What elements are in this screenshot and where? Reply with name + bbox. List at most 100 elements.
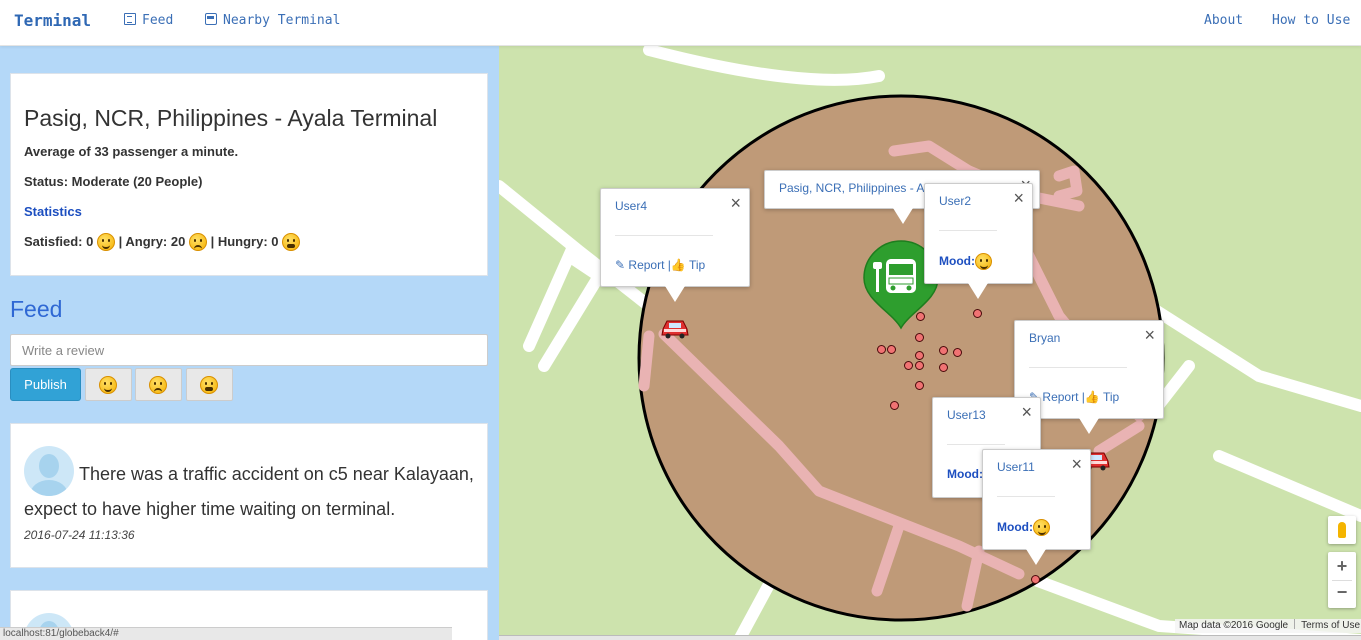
popup-tail [1079, 418, 1099, 434]
sidebar: Pasig, NCR, Philippines - Ayala Terminal… [0, 46, 499, 640]
passenger-dot [973, 309, 982, 318]
map-base-layer [499, 46, 1361, 640]
terminal-title: Pasig, NCR, Philippines - Ayala Terminal [24, 105, 438, 131]
nav-feed-link[interactable]: Feed [124, 0, 173, 44]
popup-tail [968, 283, 988, 299]
angry-emoji-icon [188, 233, 207, 251]
street-view-pegman-icon[interactable] [1328, 516, 1356, 544]
map-attribution: Map data ©2016 Google Terms of Use [1175, 619, 1361, 633]
popup-user-name[interactable]: User2 [939, 194, 971, 208]
post-timestamp: 2016-07-24 11:13:36 [24, 528, 135, 542]
popup-user-name[interactable]: Bryan [1029, 331, 1060, 345]
popup-divider [997, 496, 1055, 497]
report-link[interactable]: Report [628, 258, 664, 272]
hungry-count: | Hungry: 0 [210, 234, 279, 249]
top-navbar: Terminal Feed Nearby Terminal About How … [0, 0, 1361, 46]
report-link[interactable]: Report [1042, 390, 1078, 404]
passenger-dot [915, 381, 924, 390]
mood-hungry-button[interactable] [186, 368, 233, 401]
popup-actions: ✎ Report |👍 Tip [1029, 390, 1119, 404]
zoom-control: + − [1328, 552, 1356, 608]
passenger-dot [915, 351, 924, 360]
nav-nearby-terminal-link[interactable]: Nearby Terminal [205, 0, 340, 44]
mood-angry-button[interactable] [135, 368, 182, 401]
bus-icon [205, 13, 217, 25]
popup-actions: ✎ Report |👍 Tip [615, 258, 705, 272]
passenger-dot [890, 401, 899, 410]
passenger-dot [877, 345, 886, 354]
car-icon[interactable] [660, 317, 690, 339]
passenger-dot [1031, 575, 1040, 584]
popup-close-button[interactable]: × [1021, 402, 1032, 423]
passenger-dot [939, 363, 948, 372]
mood-summary: Satisfied: 0 | Angry: 20 | Hungry: 0 [24, 233, 301, 251]
popup-mood: Mood: [997, 519, 1050, 536]
satisfied-emoji-icon [974, 253, 992, 270]
user-popup-user11: User11 × Mood: [982, 449, 1091, 550]
mood-label: Mood: [997, 520, 1033, 534]
user-popup-user2: User2 × Mood: [924, 183, 1033, 284]
terms-of-use-link[interactable]: Terms of Use [1301, 620, 1360, 631]
map-data-credit: Map data ©2016 Google [1179, 620, 1289, 631]
popup-close-button[interactable]: × [1144, 325, 1155, 346]
mood-label: Mood: [947, 467, 983, 481]
brand-link[interactable]: Terminal [14, 0, 91, 44]
zoom-divider [1332, 580, 1352, 581]
popup-divider [939, 230, 997, 231]
popup-close-button[interactable]: × [730, 193, 741, 214]
popup-mood: Mood: [947, 467, 983, 481]
nav-feed-label: Feed [142, 13, 174, 28]
passenger-dot [904, 361, 913, 370]
zoom-in-button[interactable]: + [1328, 556, 1356, 577]
satisfied-emoji-icon [99, 376, 117, 394]
map[interactable]: Pasig, NCR, Philippines - Ayala Terminal… [499, 46, 1361, 640]
popup-tail [665, 286, 685, 302]
mood-satisfied-button[interactable] [85, 368, 132, 401]
passenger-dot [939, 346, 948, 355]
popup-tail [893, 208, 913, 224]
post-text: There was a traffic accident on c5 near … [24, 464, 474, 519]
user-popup-user4: User4 × ✎ Report |👍 Tip [600, 188, 750, 287]
zoom-out-button[interactable]: − [1328, 582, 1356, 603]
terminal-status: Status: Moderate (20 People) [24, 174, 203, 189]
passenger-dot [953, 348, 962, 357]
passenger-dot [915, 361, 924, 370]
nav-nearby-label: Nearby Terminal [223, 13, 341, 28]
thumbs-up-icon: 👍 [670, 258, 686, 272]
feed-heading: Feed [10, 296, 63, 322]
popup-close-button[interactable]: × [1071, 454, 1082, 475]
pencil-icon: ✎ [615, 258, 626, 272]
satisfied-count: Satisfied: 0 [24, 234, 94, 249]
angry-emoji-icon [149, 376, 167, 394]
popup-divider [947, 444, 1005, 445]
satisfied-emoji-icon [96, 233, 115, 251]
browser-status-url: localhost:81/globeback4/# [0, 627, 452, 640]
satisfied-emoji-icon [1032, 519, 1050, 536]
hungry-emoji-icon [200, 376, 218, 394]
mood-label: Mood: [939, 254, 975, 268]
popup-user-name[interactable]: User4 [615, 199, 647, 213]
publish-button[interactable]: Publish [10, 368, 81, 401]
hungry-emoji-icon [282, 233, 301, 251]
statistics-link[interactable]: Statistics [24, 204, 82, 219]
tip-link[interactable]: Tip [689, 258, 705, 272]
nav-how-to-use-link[interactable]: How to Use [1272, 0, 1350, 44]
popup-divider [615, 235, 713, 236]
passenger-dot [887, 345, 896, 354]
passenger-dot [915, 333, 924, 342]
angry-count: | Angry: 20 [118, 234, 186, 249]
popup-mood: Mood: [939, 253, 992, 270]
popup-close-button[interactable]: × [1013, 188, 1024, 209]
nav-about-link[interactable]: About [1204, 0, 1243, 44]
review-input[interactable] [10, 334, 488, 366]
terminal-info-card: Pasig, NCR, Philippines - Ayala Terminal… [10, 73, 488, 276]
popup-user-name[interactable]: User13 [947, 408, 986, 422]
thumbs-up-icon: 👍 [1084, 390, 1100, 404]
popup-user-name[interactable]: User11 [997, 460, 1035, 474]
average-passengers: Average of 33 passenger a minute. [24, 144, 239, 159]
feed-post: There was a traffic accident on c5 near … [10, 423, 488, 568]
map-bottom-edge [499, 635, 1361, 640]
tip-link[interactable]: Tip [1103, 390, 1119, 404]
popup-tail [1026, 549, 1046, 565]
list-icon [124, 13, 136, 25]
